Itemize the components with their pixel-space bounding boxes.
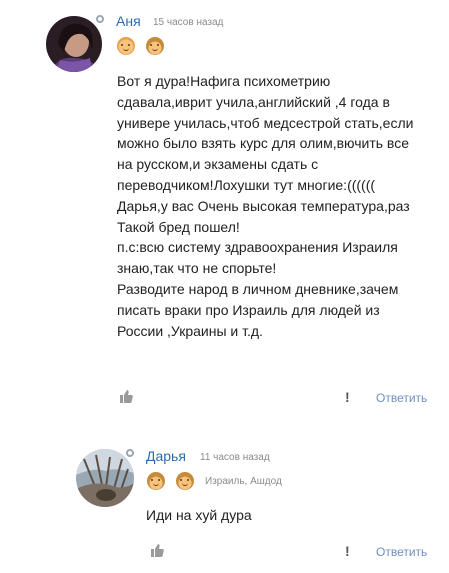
reply-button[interactable]: Ответить <box>376 545 427 559</box>
avatar[interactable] <box>76 449 134 507</box>
smiley-face-icon <box>146 37 164 55</box>
report-button[interactable]: ! <box>345 389 350 405</box>
report-button[interactable]: ! <box>345 543 350 559</box>
comment-text: Иди на хуй дура <box>146 507 252 523</box>
comment: Аня 15 часов назад Вот я дура!Нафига пси… <box>0 0 449 420</box>
author-name[interactable]: Аня <box>116 13 141 29</box>
smiley-face-icon <box>147 472 165 490</box>
thumbs-up-icon[interactable] <box>118 388 134 404</box>
smiley-face-icon <box>176 472 194 490</box>
comment: Дарья 11 часов назад Израиль, Ашдод Иди … <box>0 440 449 573</box>
comment-text: Вот я дура!Нафига психометрию сдавала,ив… <box>117 73 414 339</box>
reply-button[interactable]: Ответить <box>376 391 427 405</box>
status-dot-icon <box>126 449 134 457</box>
avatar[interactable] <box>46 16 102 72</box>
comment-time: 11 часов назад <box>200 452 270 463</box>
author-name[interactable]: Дарья <box>146 448 186 464</box>
comment-time: 15 часов назад <box>153 17 224 28</box>
smiley-face-icon <box>117 37 135 55</box>
user-location: Израиль, Ашдод <box>205 476 282 487</box>
thumbs-up-icon[interactable] <box>149 542 165 558</box>
status-dot-icon <box>96 15 104 23</box>
